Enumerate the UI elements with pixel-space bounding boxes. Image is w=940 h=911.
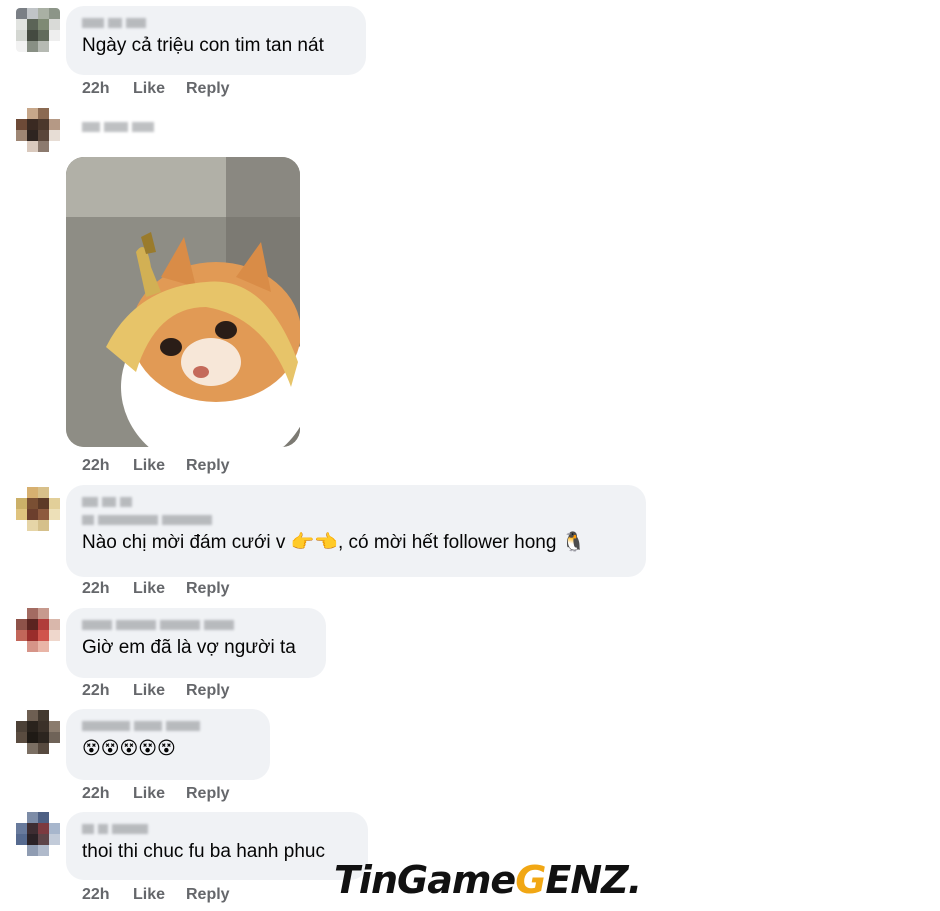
watermark-part1: TinGame [334, 858, 516, 902]
reply-button[interactable]: Reply [186, 580, 230, 598]
like-button[interactable]: Like [133, 682, 186, 700]
site-watermark-logo: TinGameGENZ. [334, 858, 642, 902]
avatar[interactable] [16, 812, 60, 856]
author-name-blurred[interactable] [82, 618, 310, 632]
comment-bubble: thoi thi chuc fu ba hanh phuc [66, 812, 368, 880]
avatar[interactable] [16, 8, 60, 52]
author-name-blurred[interactable] [82, 16, 350, 30]
timestamp[interactable]: 22h [82, 457, 133, 475]
comment-text: Nào chị mời đám cưới v 👉👈, có mời hết fo… [82, 532, 586, 553]
comment-emoji-row: 😵😵😵😵😵 [82, 738, 176, 758]
comment-actions: 22h Like Reply [82, 886, 230, 904]
comment-bubble: Ngày cả triệu con tim tan nát [66, 6, 366, 75]
timestamp[interactable]: 22h [82, 580, 133, 598]
comment-bubble: Giờ em đã là vợ người ta [66, 608, 326, 678]
reply-button[interactable]: Reply [186, 682, 230, 700]
comment-bubble: Nào chị mời đám cưới v 👉👈, có mời hết fo… [66, 485, 646, 577]
comment-actions: 22h Like Reply [82, 580, 230, 598]
comment-actions: 22h Like Reply [82, 80, 230, 98]
timestamp[interactable]: 22h [82, 682, 133, 700]
like-button[interactable]: Like [133, 80, 186, 98]
avatar[interactable] [16, 108, 60, 152]
watermark-part3: ENZ. [545, 858, 642, 902]
comment-text: Ngày cả triệu con tim tan nát [82, 35, 324, 56]
reply-button[interactable]: Reply [186, 80, 230, 98]
like-button[interactable]: Like [133, 580, 186, 598]
reply-button[interactable]: Reply [186, 457, 230, 475]
comment-bubble: 😵😵😵😵😵 [66, 709, 270, 780]
author-name-blurred[interactable] [82, 495, 630, 509]
comment-actions: 22h Like Reply [82, 682, 230, 700]
reply-button[interactable]: Reply [186, 785, 230, 803]
comment-text: thoi thi chuc fu ba hanh phuc [82, 841, 325, 862]
reply-button[interactable]: Reply [186, 886, 230, 904]
watermark-accent-letter: G [515, 858, 546, 902]
timestamp[interactable]: 22h [82, 80, 133, 98]
like-button[interactable]: Like [133, 457, 186, 475]
author-name-blurred[interactable] [82, 719, 254, 733]
comment-actions: 22h Like Reply [82, 457, 230, 475]
timestamp[interactable]: 22h [82, 886, 133, 904]
like-button[interactable]: Like [133, 785, 186, 803]
cat-banana-image [66, 157, 300, 447]
avatar[interactable] [16, 487, 60, 531]
avatar[interactable] [16, 608, 60, 652]
author-subtitle-blurred [82, 513, 630, 527]
comment-image[interactable] [66, 157, 300, 447]
like-button[interactable]: Like [133, 886, 186, 904]
author-name-blurred[interactable] [82, 822, 352, 836]
avatar[interactable] [16, 710, 60, 754]
author-name-blurred[interactable] [82, 120, 154, 134]
comment-actions: 22h Like Reply [82, 785, 230, 803]
comment-text: Giờ em đã là vợ người ta [82, 637, 296, 658]
timestamp[interactable]: 22h [82, 785, 133, 803]
